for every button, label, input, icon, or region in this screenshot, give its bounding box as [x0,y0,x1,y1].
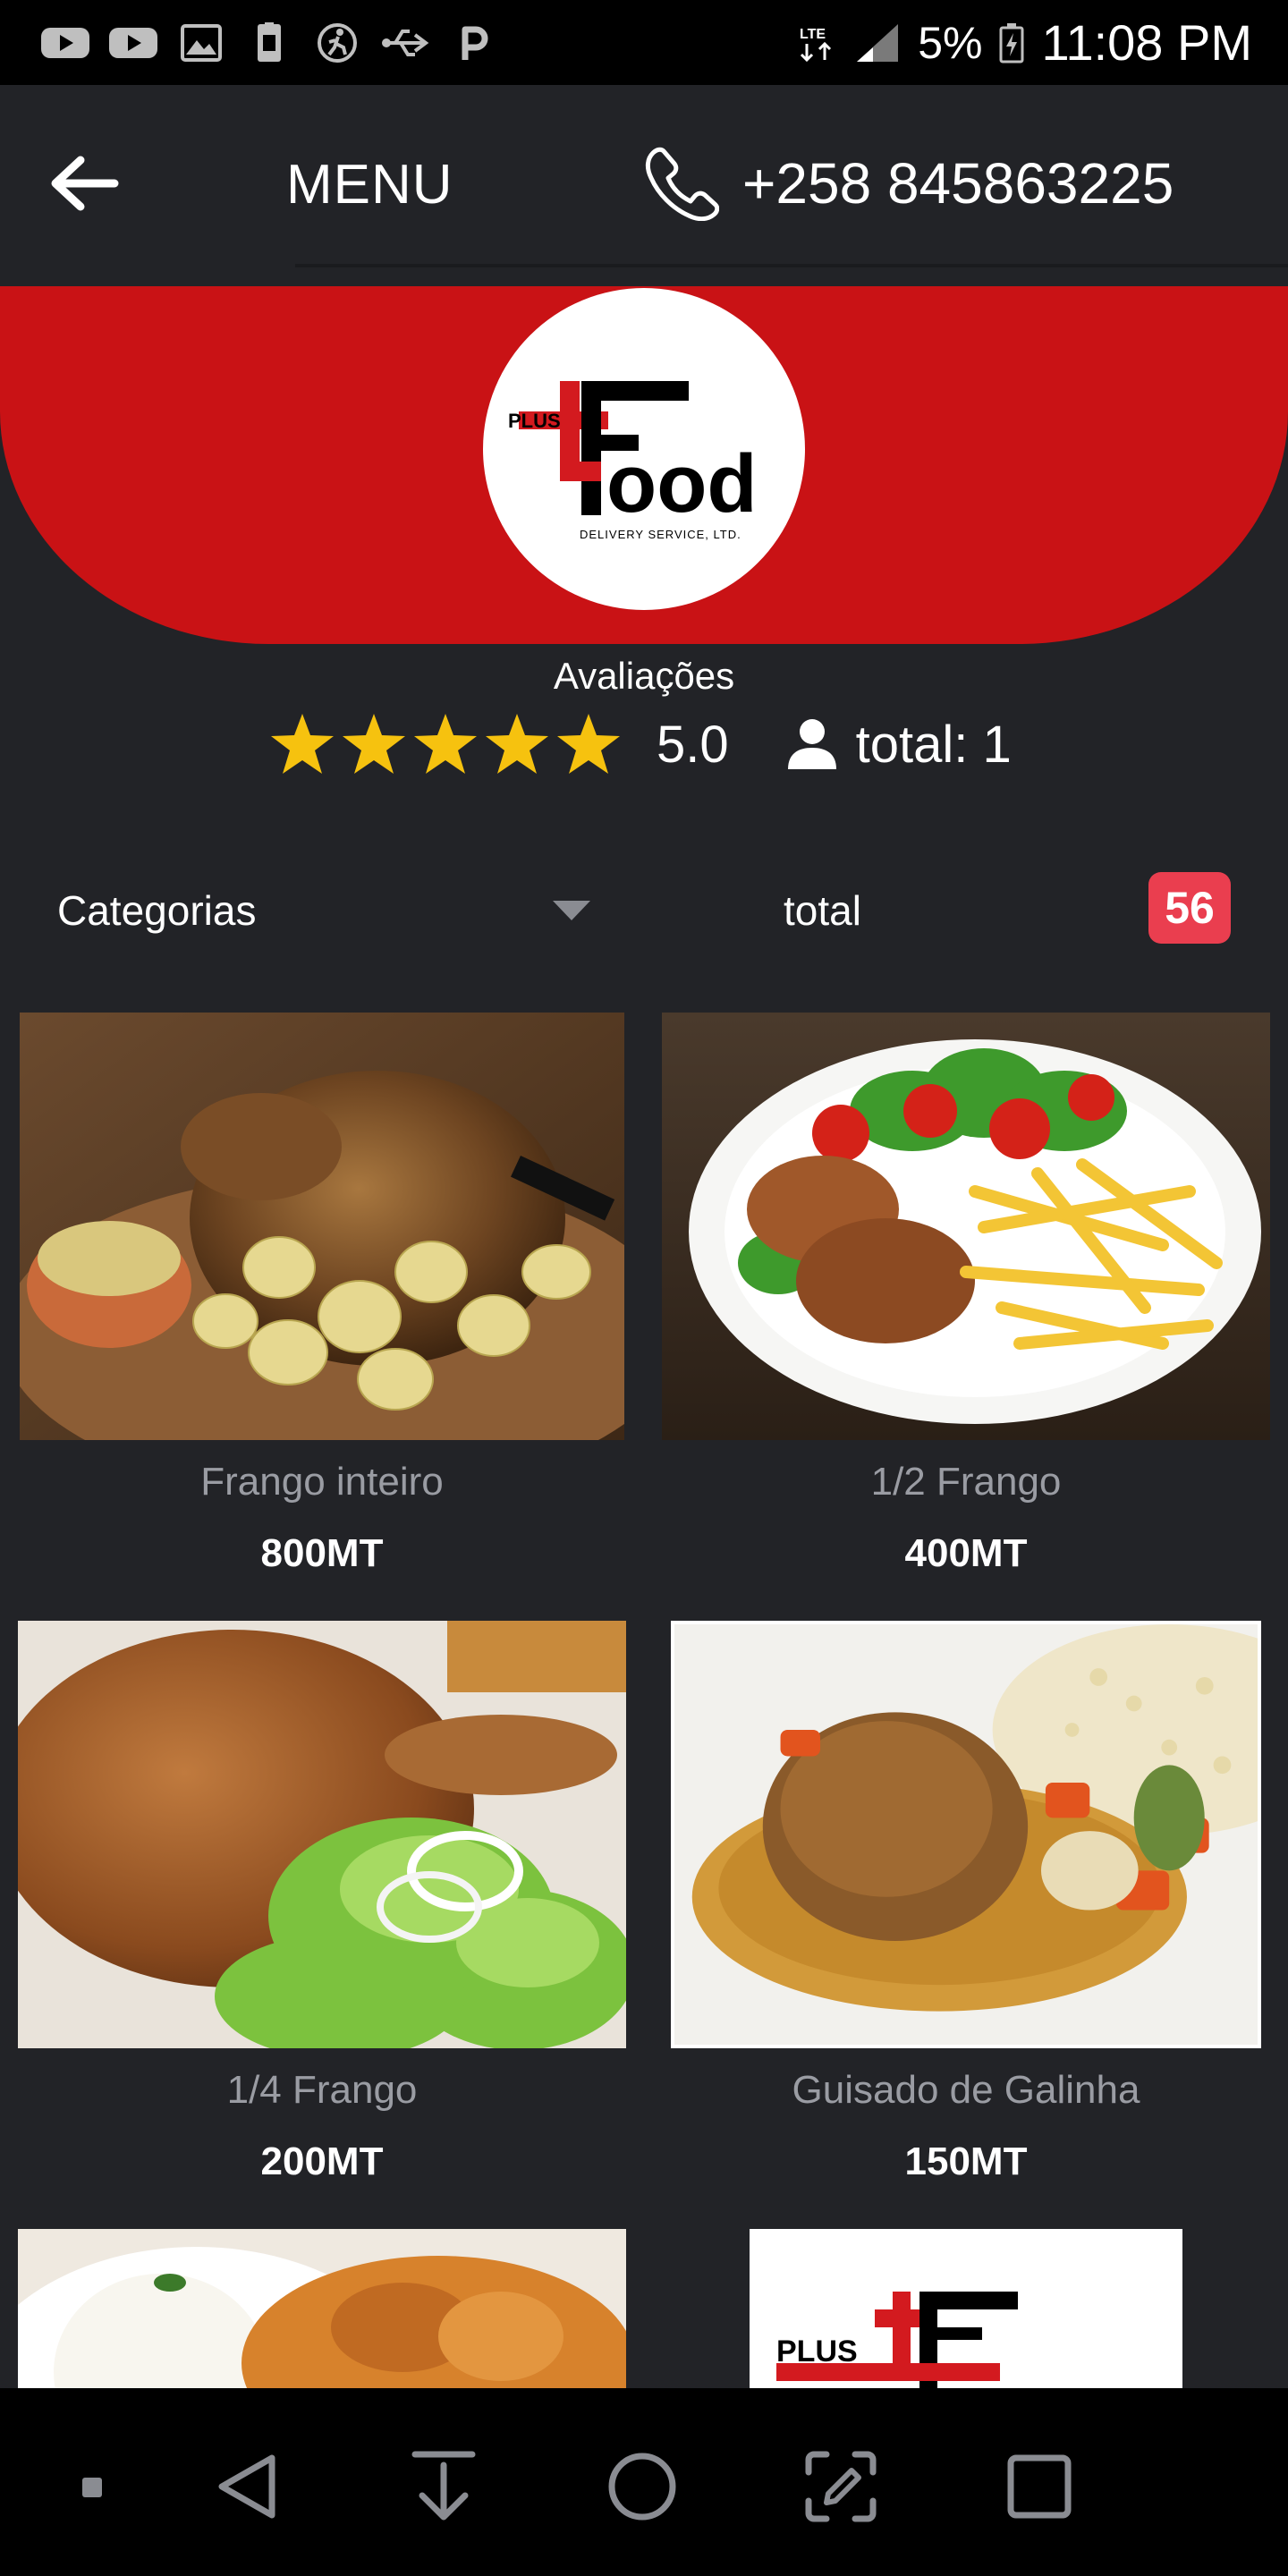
category-label: Categorias [57,886,257,934]
product-price: 400MT [904,1531,1028,1575]
product-name: 1/4 Frango [226,2068,418,2112]
logo-text: PLUS [776,2334,858,2368]
nav-dot-button[interactable] [47,2442,136,2531]
nav-screenshot-button[interactable] [796,2442,886,2531]
status-icons-right: LTE 5% 11:08 PM [798,13,1252,72]
product-photo [671,1621,1261,2048]
battery-charging-icon [998,22,1025,64]
star-icon [414,714,477,774]
star-icon [271,714,334,774]
divider [295,264,1288,267]
star-icon [343,714,405,774]
rating-label: Avaliações [553,655,735,697]
phone-icon [645,147,719,221]
product-photo [20,1013,624,1440]
logo-plus-text: PLUS [508,410,561,432]
nav-download-button[interactable] [399,2442,488,2531]
dot-icon [82,2478,102,2497]
product-card[interactable]: 1/2 Frango 400MT [662,1013,1270,1585]
usb-icon [379,22,431,64]
total-label: total [784,887,861,934]
star-icon [486,714,548,774]
logo-word-text: ood [606,438,758,530]
chevron-down-icon [553,900,590,920]
screenshot-edit-icon [805,2451,877,2522]
app-bar: MENU +258 845863225 [0,85,1288,286]
product-card[interactable]: Frango inteiro 800MT [20,1013,624,1585]
youtube-icon [39,22,91,64]
restaurant-logo: PLUS ood DELIVERY SERVICE, LTD. [483,288,805,610]
phone-number: +258 845863225 [742,151,1174,216]
gallery-icon [175,22,227,64]
system-nav-bar [0,2388,1288,2576]
status-bar: LTE 5% 11:08 PM [0,0,1288,85]
youtube-icon [107,22,159,64]
status-icons-left [39,21,499,64]
product-photo [662,1013,1270,1440]
nav-back-button[interactable] [202,2442,292,2531]
product-name: 1/2 Frango [870,1460,1062,1504]
product-photo [18,2229,626,2388]
count-badge: 56 [1148,872,1231,944]
total-reviews: total: 1 [855,715,1012,774]
page-title: MENU [286,154,453,216]
star-icon [557,714,620,774]
lte-text: LTE [800,27,826,42]
arrow-left-icon [51,156,119,211]
product-card[interactable] [18,2229,626,2388]
product-price: 150MT [904,2140,1028,2183]
nav-recents-button[interactable] [995,2442,1084,2531]
filter-row: Categorias total 56 [0,872,1288,948]
signal-icon [853,22,902,64]
battery-percent: 5% [918,17,983,68]
back-button[interactable] [45,148,125,219]
product-price: 800MT [260,1531,384,1575]
user-icon [787,719,836,769]
rating-value: 5.0 [657,715,729,774]
product-price: 200MT [260,2140,384,2183]
triangle-back-icon [218,2454,275,2519]
product-name: Guisado de Galinha [792,2068,1140,2112]
product-name: Frango inteiro [200,1460,444,1504]
product-photo [18,1621,626,2048]
logo-sub-text: DELIVERY SERVICE, LTD. [580,528,741,541]
product-card[interactable]: Guisado de Galinha 150MT [662,1621,1270,2193]
rating-row: 5.0 total: 1 [268,699,1012,789]
download-icon [411,2451,476,2521]
fitness-icon [311,22,363,64]
parking-icon [447,22,499,64]
rating-stars [268,710,623,778]
product-card[interactable]: PLUS [750,2229,1182,2388]
recents-square-icon [1007,2454,1072,2519]
category-dropdown[interactable]: Categorias [57,872,594,948]
home-circle-icon [608,2453,676,2521]
nav-home-button[interactable] [597,2442,687,2531]
plusfood-logo-icon: PLUS ood DELIVERY SERVICE, LTD. [508,381,758,541]
lte-icon: LTE [798,22,837,64]
product-card[interactable]: 1/4 Frango 200MT [18,1621,626,2193]
call-button[interactable]: +258 845863225 [644,146,1174,221]
sim-icon [243,21,295,64]
clock: 11:08 PM [1041,14,1252,71]
